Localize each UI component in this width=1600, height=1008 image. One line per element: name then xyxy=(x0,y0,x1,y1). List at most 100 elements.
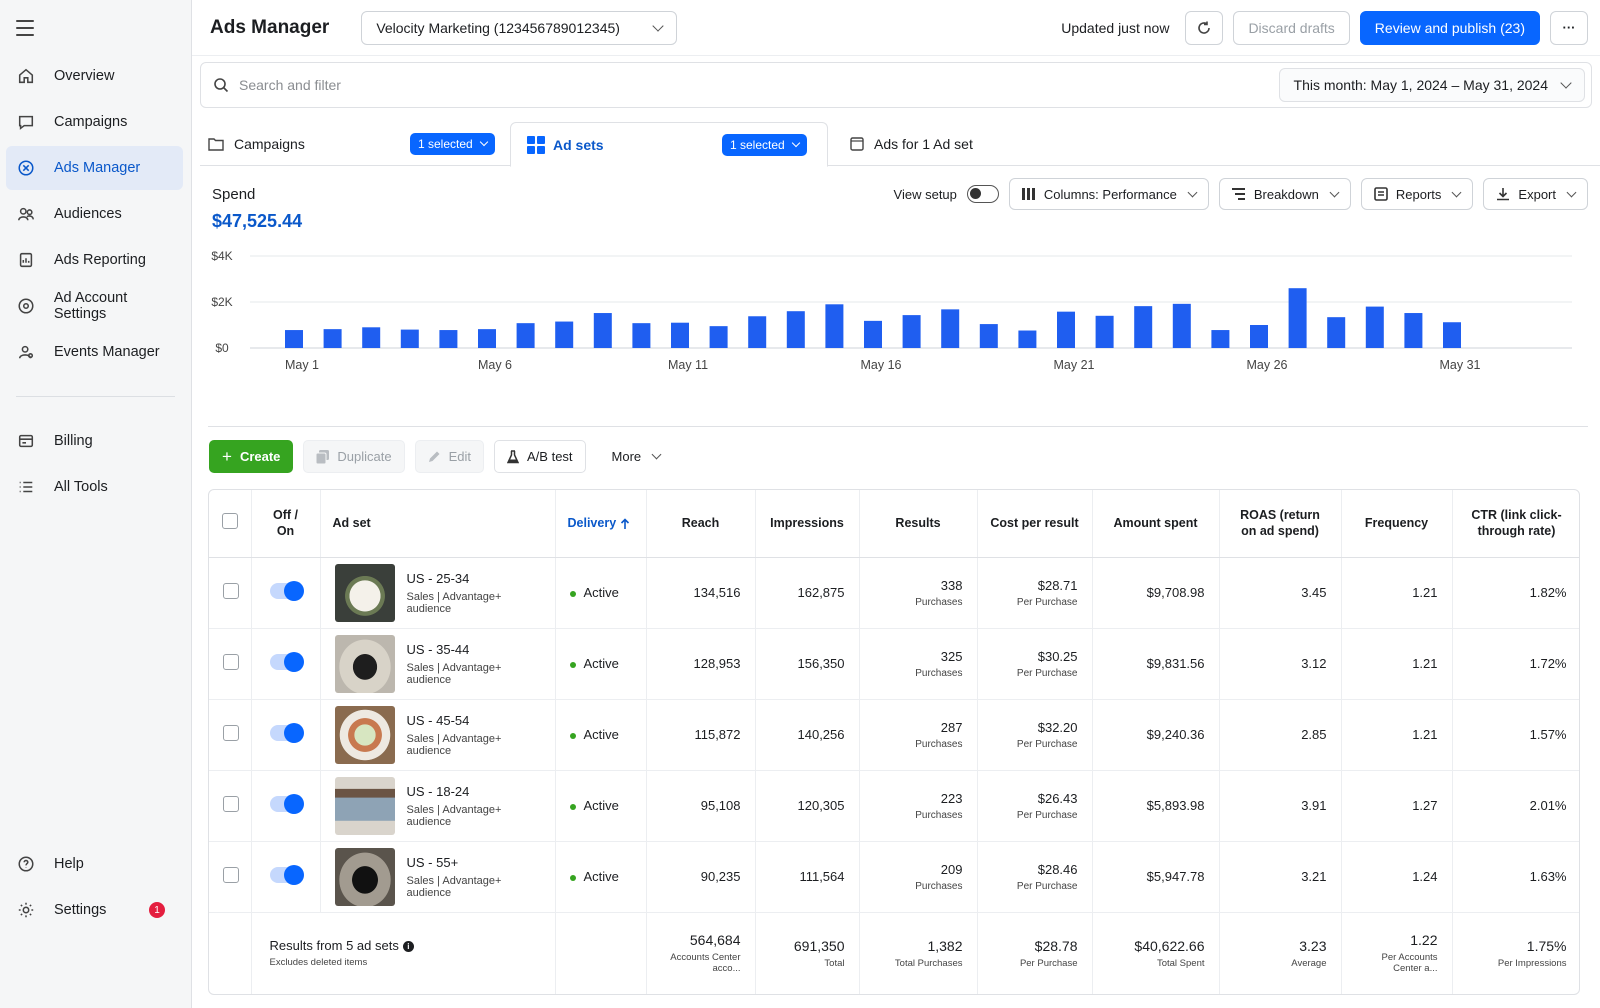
sidebar-item-settings[interactable]: Settings 1 xyxy=(6,888,183,932)
spend-bar[interactable] xyxy=(1250,325,1268,348)
spend-bar[interactable] xyxy=(1404,313,1423,348)
ad-set-toggle[interactable] xyxy=(269,652,304,672)
adsets-selected-pill[interactable]: 1 selected xyxy=(722,133,807,156)
header-roas[interactable]: ROAS (return on ad spend) xyxy=(1219,490,1342,558)
row-checkbox[interactable] xyxy=(223,796,239,812)
header-ctr[interactable]: CTR (link click-through rate) xyxy=(1452,490,1579,558)
row-checkbox[interactable] xyxy=(223,725,239,741)
spend-bar[interactable] xyxy=(593,313,612,348)
ab-test-button[interactable]: A/B test xyxy=(494,440,586,473)
spend-bar[interactable] xyxy=(1134,306,1153,348)
ad-set-name[interactable]: US - 25-34 xyxy=(407,571,541,586)
row-checkbox[interactable] xyxy=(223,867,239,883)
sidebar-item-ad-account-settings[interactable]: Ad Account Settings xyxy=(6,284,183,328)
ad-set-name[interactable]: US - 35-44 xyxy=(407,642,541,657)
spend-bar[interactable] xyxy=(979,324,998,348)
table-row[interactable]: US - 55+ Sales | Advantage+ audience Act… xyxy=(209,841,1579,913)
spend-bar[interactable] xyxy=(516,323,535,348)
search-input[interactable] xyxy=(239,77,1279,93)
spend-bar[interactable] xyxy=(941,309,960,348)
tab-ad-sets[interactable]: Ad sets 1 selected xyxy=(510,122,828,167)
view-setup-toggle[interactable] xyxy=(966,185,999,203)
spend-bar[interactable] xyxy=(1172,303,1191,348)
spend-bar[interactable] xyxy=(1057,311,1075,348)
ad-set-toggle[interactable] xyxy=(269,581,304,601)
sidebar-item-audiences[interactable]: Audiences xyxy=(6,192,183,236)
spend-bar[interactable] xyxy=(825,304,844,348)
spend-bar[interactable] xyxy=(323,329,342,348)
ad-set-toggle[interactable] xyxy=(269,865,304,885)
hamburger-menu-icon[interactable] xyxy=(16,20,34,36)
spend-bar[interactable] xyxy=(1365,306,1384,348)
spend-bar[interactable] xyxy=(902,315,921,348)
spend-bar[interactable] xyxy=(709,326,728,348)
header-reach[interactable]: Reach xyxy=(646,490,756,558)
info-icon[interactable]: i xyxy=(402,941,414,953)
tab-campaigns[interactable]: Campaigns 1 selected xyxy=(208,122,508,166)
sidebar-item-ads-manager[interactable]: Ads Manager xyxy=(6,146,183,190)
sidebar-item-campaigns[interactable]: Campaigns xyxy=(6,100,183,144)
sidebar-item-help[interactable]: Help xyxy=(6,842,183,886)
campaigns-selected-pill[interactable]: 1 selected xyxy=(410,133,495,155)
table-row[interactable]: US - 35-44 Sales | Advantage+ audience A… xyxy=(209,628,1579,700)
ad-set-toggle[interactable] xyxy=(269,723,304,743)
spend-bar[interactable] xyxy=(1288,288,1307,348)
table-row[interactable]: US - 45-54 Sales | Advantage+ audience A… xyxy=(209,699,1579,771)
more-actions-button[interactable]: More xyxy=(599,440,673,473)
spend-bar[interactable] xyxy=(1211,330,1230,348)
table-row[interactable]: US - 18-24 Sales | Advantage+ audience A… xyxy=(209,770,1579,842)
sidebar-item-overview[interactable]: Overview xyxy=(6,54,183,98)
spend-bar[interactable] xyxy=(748,316,767,348)
export-button[interactable]: Export xyxy=(1483,178,1588,210)
spend-bar[interactable] xyxy=(1095,315,1114,348)
spend-bar[interactable] xyxy=(786,311,805,348)
discard-drafts-button[interactable]: Discard drafts xyxy=(1233,10,1350,45)
row-checkbox[interactable] xyxy=(223,654,239,670)
refresh-button[interactable] xyxy=(1185,10,1224,45)
tab-ads[interactable]: Ads for 1 Ad set xyxy=(850,122,973,166)
ad-set-name[interactable]: US - 55+ xyxy=(407,855,541,870)
spend-bar[interactable] xyxy=(1443,322,1461,348)
account-selector[interactable]: Velocity Marketing (123456789012345) xyxy=(361,10,678,45)
columns-button[interactable]: Columns: Performance xyxy=(1008,178,1209,210)
row-checkbox[interactable] xyxy=(223,583,239,599)
header-frequency[interactable]: Frequency xyxy=(1341,490,1453,558)
edit-button[interactable]: Edit xyxy=(414,440,485,473)
header-results[interactable]: Results xyxy=(859,490,978,558)
header-delivery[interactable]: Delivery xyxy=(555,490,647,558)
spend-bar[interactable] xyxy=(439,330,458,348)
header-cost-per-result[interactable]: Cost per result xyxy=(977,490,1093,558)
header-ad-set[interactable]: Ad set xyxy=(320,490,556,558)
review-publish-button[interactable]: Review and publish (23) xyxy=(1359,10,1540,45)
sidebar-item-all-tools[interactable]: All Tools xyxy=(6,465,183,509)
create-button[interactable]: + Create xyxy=(209,440,294,473)
reports-button[interactable]: Reports xyxy=(1360,178,1474,210)
spend-bar[interactable] xyxy=(1327,317,1346,348)
spend-bar[interactable] xyxy=(400,329,419,348)
breakdown-button[interactable]: Breakdown xyxy=(1218,178,1351,210)
header-amount-spent[interactable]: Amount spent xyxy=(1092,490,1220,558)
select-all-checkbox[interactable] xyxy=(221,513,238,530)
sidebar-item-ads-reporting[interactable]: Ads Reporting xyxy=(6,238,183,282)
table-row[interactable]: US - 25-34 Sales | Advantage+ audience A… xyxy=(209,557,1579,629)
spend-bar[interactable] xyxy=(632,323,651,348)
spend-bar[interactable] xyxy=(864,320,882,348)
spend-bar[interactable] xyxy=(478,329,496,348)
ad-set-toggle[interactable] xyxy=(269,794,304,814)
total-delivery-cell xyxy=(555,912,647,994)
sidebar-item-events-manager[interactable]: Events Manager xyxy=(6,330,183,374)
header-off-on[interactable]: Off / On xyxy=(251,490,321,558)
more-options-button[interactable]: ··· xyxy=(1550,10,1588,45)
spend-bar[interactable] xyxy=(671,322,689,348)
date-range-picker[interactable]: This month: May 1, 2024 – May 31, 2024 xyxy=(1278,68,1585,102)
spend-bar[interactable] xyxy=(285,330,303,348)
sidebar-item-billing[interactable]: Billing xyxy=(6,419,183,463)
spend-bar[interactable] xyxy=(555,321,574,348)
ad-set-name[interactable]: US - 45-54 xyxy=(407,713,541,728)
header-impressions[interactable]: Impressions xyxy=(755,490,860,558)
duplicate-button[interactable]: Duplicate xyxy=(303,440,405,473)
roas-cell: 3.21 xyxy=(1219,841,1342,913)
spend-bar[interactable] xyxy=(362,327,381,348)
spend-bar[interactable] xyxy=(1018,330,1037,348)
ad-set-name[interactable]: US - 18-24 xyxy=(407,784,541,799)
